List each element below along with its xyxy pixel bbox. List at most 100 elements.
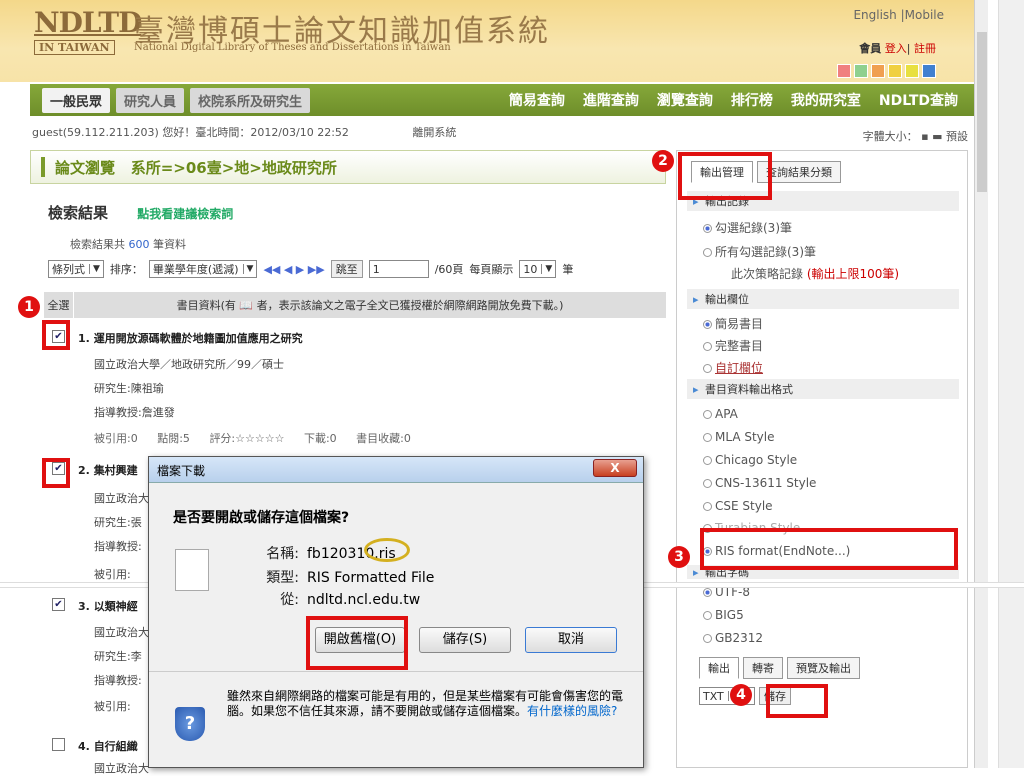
- format-apa[interactable]: APA: [703, 407, 738, 421]
- cited-count: 被引用:: [94, 700, 131, 713]
- file-download-dialog: 檔案下載 X 是否要開啟或儲存這個檔案? 名稱: fb120310.ris 類型:…: [148, 456, 644, 768]
- sort-select[interactable]: 畢業學年度(遞減) ▼: [148, 260, 258, 278]
- site-logo[interactable]: NDLTD 臺灣博碩士論文知識加值系統 IN TAIWAN National D…: [34, 6, 548, 55]
- result-title-text: 檢索結果: [48, 204, 109, 222]
- site-header: NDLTD 臺灣博碩士論文知識加值系統 IN TAIWAN National D…: [0, 0, 974, 82]
- theme-swatch[interactable]: [854, 64, 868, 78]
- field-simple[interactable]: 簡易書目: [703, 315, 763, 332]
- login-link[interactable]: 登入: [885, 42, 907, 55]
- record-checkbox[interactable]: [52, 738, 65, 751]
- rating[interactable]: 評分:☆☆☆☆☆: [209, 432, 284, 445]
- suggest-link[interactable]: 點我看建議檢索詞: [137, 207, 233, 221]
- from-key: 從:: [280, 592, 299, 608]
- format-chicago[interactable]: Chicago Style: [703, 453, 797, 467]
- close-icon[interactable]: X: [593, 459, 637, 477]
- tab-researcher[interactable]: 研究人員: [116, 87, 185, 113]
- font-smaller-button[interactable]: ▬: [932, 130, 942, 143]
- page-scrollbar[interactable]: [974, 0, 988, 768]
- theme-swatch[interactable]: [837, 64, 851, 78]
- cited-count: 被引用:: [94, 568, 131, 581]
- jump-button[interactable]: 跳至: [330, 260, 363, 278]
- record-title[interactable]: 2. 集村興建: [78, 462, 138, 478]
- theme-swatch[interactable]: [922, 64, 936, 78]
- per-page-select[interactable]: 10 ▼: [519, 260, 557, 278]
- record-number: 1.: [78, 332, 90, 345]
- record-number: 4.: [78, 740, 90, 753]
- language-links[interactable]: English |Mobile: [853, 8, 944, 22]
- option-label: 自訂欄位: [715, 361, 764, 375]
- cancel-button[interactable]: 取消: [525, 627, 617, 653]
- nav-simple-search[interactable]: 簡易查詢: [509, 90, 565, 110]
- name-key: 名稱:: [266, 546, 299, 562]
- theme-swatch[interactable]: [888, 64, 902, 78]
- option-label: 簡易書目: [715, 317, 764, 331]
- logout-link[interactable]: 離開系統: [412, 126, 456, 139]
- nav-browse-search[interactable]: 瀏覽查詢: [657, 90, 713, 110]
- highlight-output-tab: [678, 152, 772, 200]
- count-number: 600: [128, 238, 150, 251]
- step-marker-4: 4: [730, 684, 752, 706]
- font-size-control: 字體大小： ▪ ▬ 預設: [863, 128, 968, 144]
- tab-forward[interactable]: 轉寄: [743, 657, 783, 679]
- tab-output[interactable]: 輸出: [699, 657, 739, 679]
- logo-english: National Digital Library of Theses and D…: [134, 42, 451, 53]
- font-default-button[interactable]: 預設: [946, 130, 968, 143]
- result-count: 檢索結果共 600 筆資料: [70, 236, 186, 252]
- nav-ranking[interactable]: 排行榜: [731, 90, 773, 110]
- highlight-checkbox-1: [42, 320, 70, 350]
- list-description: 書目資料(有 📖 者，表示該論文之電子全文已獲授權於網際網路開放免費下載。): [176, 299, 564, 312]
- cited-count: 被引用:0: [94, 432, 138, 445]
- option-label: Chicago Style: [715, 453, 798, 467]
- pager-arrows[interactable]: ◀◀ ◀ ▶ ▶▶: [263, 263, 324, 276]
- option-label: 勾選紀錄(3)筆: [715, 221, 792, 235]
- record-title-text: 運用開放源碼軟體於地籍圖加值應用之研究: [93, 332, 303, 345]
- field-full[interactable]: 完整書目: [703, 337, 763, 354]
- select-all-button[interactable]: 全選: [44, 292, 74, 318]
- per-page-label: 每頁顯示: [469, 263, 514, 276]
- risk-link[interactable]: 有什麼樣的風險?: [527, 704, 617, 718]
- browse-path: 系所=>06壹>地>地政研究所: [130, 158, 337, 177]
- encoding-gb2312[interactable]: GB2312: [703, 631, 763, 645]
- dialog-question: 是否要開啟或儲存這個檔案?: [173, 510, 350, 526]
- option-all-records[interactable]: 所有勾選記錄(3)筆: [703, 243, 816, 260]
- record-title[interactable]: 3. 以類神經: [78, 598, 138, 614]
- option-label: 所有勾選記錄(3)筆: [715, 245, 816, 259]
- nav-ndltd-search[interactable]: NDLTD查詢: [879, 90, 958, 110]
- browse-bar-accent: [41, 157, 45, 177]
- tab-school[interactable]: 校院系所及研究生: [190, 87, 311, 113]
- font-larger-button[interactable]: ▪: [921, 130, 928, 143]
- format-cse[interactable]: CSE Style: [703, 499, 773, 513]
- tab-preview[interactable]: 預覽及輸出: [787, 657, 860, 679]
- guest-info: guest(59.112.211.203) 您好！臺北時間：2012/03/10…: [32, 126, 349, 139]
- radio-icon: [703, 224, 712, 233]
- save-file-button[interactable]: 儲存(S): [419, 627, 511, 653]
- radio-icon: [703, 502, 712, 511]
- register-link[interactable]: 註冊: [914, 42, 936, 55]
- record-title[interactable]: 4. 自行組織: [78, 738, 138, 754]
- radio-icon: [703, 479, 712, 488]
- browse-label: 論文瀏覽: [55, 158, 116, 177]
- record-title-text: 集村興建: [93, 464, 138, 477]
- view-mode-select[interactable]: 條列式 ▼: [48, 260, 104, 278]
- format-mla[interactable]: MLA Style: [703, 430, 774, 444]
- outer-scrollbar[interactable]: [998, 0, 1024, 768]
- nav-advanced-search[interactable]: 進階查詢: [583, 90, 639, 110]
- record-stats: 被引用:0 點閱:5 評分:☆☆☆☆☆ 下載:0 書目收藏:0: [94, 430, 427, 446]
- record-checkbox[interactable]: ✔: [52, 598, 65, 611]
- highlight-ris-format: [700, 528, 958, 570]
- theme-swatch[interactable]: [871, 64, 885, 78]
- page-input[interactable]: 1: [368, 260, 429, 278]
- logo-abbr: NDLTD: [34, 6, 142, 39]
- record-title[interactable]: 1. 運用開放源碼軟體於地籍圖加值應用之研究: [78, 330, 303, 346]
- field-custom[interactable]: 自訂欄位: [703, 359, 763, 376]
- font-size-label: 字體大小：: [862, 130, 918, 143]
- type-key: 類型:: [266, 570, 299, 586]
- file-icon: [175, 549, 209, 591]
- option-checked-records[interactable]: 勾選紀錄(3)筆: [703, 219, 792, 236]
- scrollbar-thumb[interactable]: [977, 32, 987, 192]
- tab-public[interactable]: 一般民眾: [42, 87, 111, 113]
- theme-swatch[interactable]: [905, 64, 919, 78]
- nav-my-lab[interactable]: 我的研究室: [791, 90, 861, 110]
- encoding-big5[interactable]: BIG5: [703, 608, 744, 622]
- format-cns[interactable]: CNS-13611 Style: [703, 476, 816, 490]
